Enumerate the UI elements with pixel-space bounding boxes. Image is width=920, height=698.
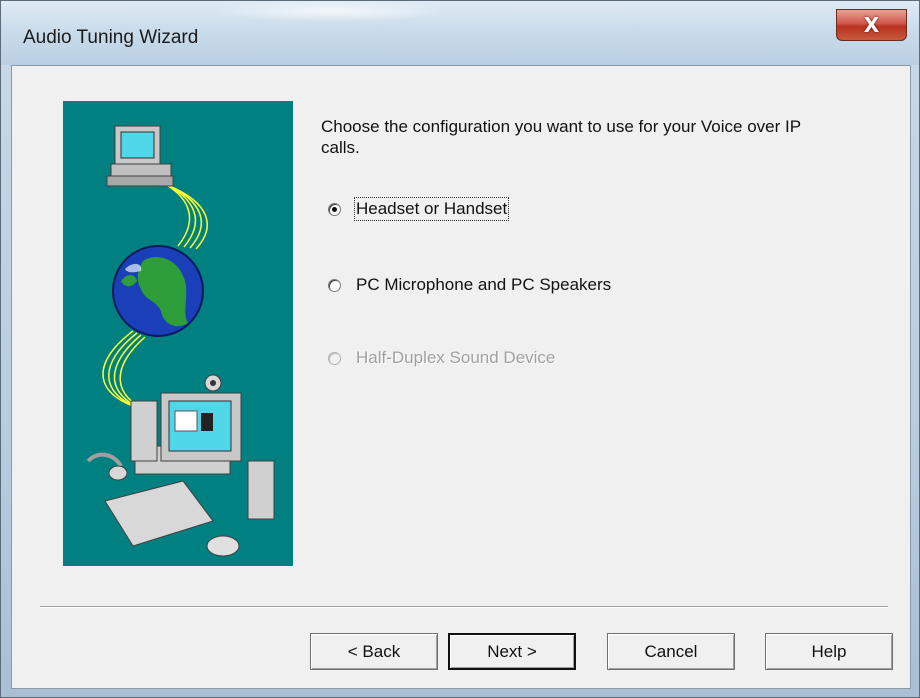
radio-headset[interactable] [328, 202, 341, 216]
webcam-icon [204, 374, 222, 392]
globe-icon [112, 245, 204, 337]
title-bar[interactable]: Audio Tuning Wizard X [1, 1, 919, 65]
keyboard-icon [104, 480, 214, 547]
wizard-illustration [63, 101, 293, 566]
option-headset[interactable]: Headset or Handset [328, 197, 510, 221]
button-divider [40, 606, 888, 608]
radio-pc-mic-speakers[interactable] [328, 278, 341, 292]
cancel-button[interactable]: Cancel [607, 633, 735, 670]
option-headset-label: Headset or Handset [353, 197, 510, 221]
radio-half-duplex [328, 351, 341, 365]
computer-monitor-icon [106, 125, 174, 187]
option-pc-mic-speakers[interactable]: PC Microphone and PC Speakers [328, 275, 611, 295]
headset-icon [86, 452, 128, 481]
option-half-duplex: Half-Duplex Sound Device [328, 348, 555, 368]
option-pc-mic-speakers-label: PC Microphone and PC Speakers [356, 275, 612, 294]
wizard-window: Audio Tuning Wizard X Choose the configu… [0, 0, 920, 698]
close-button[interactable]: X [836, 9, 907, 41]
wizard-prompt: Choose the configuration you want to use… [321, 117, 801, 157]
help-button[interactable]: Help [765, 633, 893, 670]
mouse-icon [206, 535, 240, 557]
close-icon: X [863, 13, 880, 37]
dialog-body: Choose the configuration you want to use… [11, 65, 911, 689]
window-title: Audio Tuning Wizard [23, 27, 199, 48]
next-button-label: Next > [487, 641, 537, 661]
option-half-duplex-label: Half-Duplex Sound Device [356, 348, 556, 367]
back-button[interactable]: < Back [310, 633, 438, 670]
next-button[interactable]: Next > [448, 633, 576, 670]
network-illustration [86, 125, 275, 557]
